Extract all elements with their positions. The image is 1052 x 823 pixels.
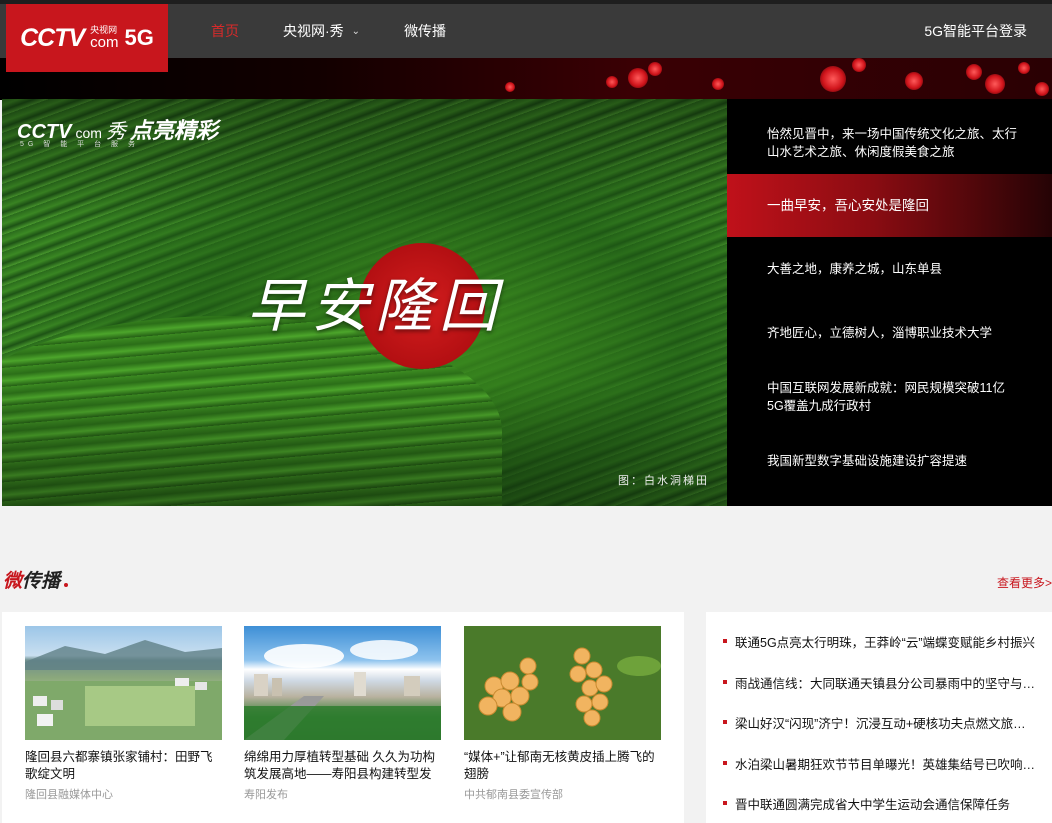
hero-logo-dianliang: 点亮精彩 [129, 118, 218, 143]
headline-text: 我国新型数字基础设施建设扩容提速 [767, 454, 968, 468]
bullet-icon [723, 639, 727, 643]
bokeh-dot [1018, 62, 1030, 74]
bokeh-dot [852, 58, 866, 72]
bokeh-dot [505, 82, 515, 92]
bullet-icon [723, 760, 727, 765]
bokeh-dot [966, 64, 982, 80]
nav-cctv-show[interactable]: 央视网·秀 ⌄ [283, 21, 360, 41]
bokeh-dot [985, 74, 1005, 94]
logo-en: com [90, 34, 119, 51]
nav-home[interactable]: 首页 [211, 21, 239, 41]
bullet-icon [723, 720, 727, 724]
section-title-dot [64, 582, 69, 587]
news-card[interactable]: 绵绵用力厚植转型基础 久久为功构筑发展高地——寿阳县构建转型发展新格局 [244, 626, 441, 783]
bokeh-dot [648, 62, 662, 76]
headline-text: 大善之地，康养之城，山东单县 [767, 262, 943, 276]
bokeh-dot [820, 66, 846, 92]
village-illustration [25, 640, 222, 740]
bullet-icon [723, 679, 727, 684]
news-list-item[interactable]: 水泊梁山暑期狂欢节节目单曝光！英雄集结号已吹响，速来围观 [706, 750, 1052, 791]
card-source: 中共郁南县委宣传部 [464, 789, 563, 801]
card-title[interactable]: “媒体+”让郁南无核黄皮插上腾飞的翅膀 [464, 749, 661, 783]
bokeh-dot [712, 78, 724, 90]
bokeh-dot [606, 76, 618, 88]
headline-item[interactable]: 大善之地，康养之城，山东单县 [727, 237, 1052, 301]
logo-com: 央视网 com [90, 26, 119, 51]
card-source: 寿阳发布 [244, 789, 288, 801]
news-text: 联通5G点亮太行明珠，王莽岭“云”端蝶变赋能乡村振兴 [735, 636, 1036, 650]
hero-caption: 图：白水洞梯田 [618, 474, 709, 487]
headline-list: 怡然见晋中，来一场中国传统文化之旅、太行山水艺术之旅、休闲度假美食之旅 一曲早安… [727, 99, 1052, 506]
headline-text: 中国互联网发展新成就：网民规模突破11亿 5G覆盖九成行政村 [767, 381, 1005, 413]
fruit-illustration [464, 626, 661, 740]
card-source: 隆回县融媒体中心 [25, 789, 113, 801]
nav-micro-broadcast[interactable]: 微传播 [404, 21, 446, 41]
section-title-rest: 传播 [22, 571, 61, 592]
hero-logo-subtitle: 5G 智 能 平 台 服 务 [20, 141, 140, 148]
news-list-panel: 联通5G点亮太行明珠，王莽岭“云”端蝶变赋能乡村振兴 雨战通信线：大同联通天镇县… [706, 612, 1052, 823]
headline-item[interactable]: 怡然见晋中，来一场中国传统文化之旅、太行山水艺术之旅、休闲度假美食之旅 [727, 99, 1052, 174]
news-text: 晋中联通圆满完成省大中学生运动会通信保障任务 [735, 798, 1011, 812]
news-list-item[interactable]: 雨战通信线：大同联通天镇县分公司暴雨中的坚守与担当 [706, 669, 1052, 710]
view-more-link[interactable]: 查看更多> [997, 574, 1052, 591]
bokeh-dot [628, 68, 648, 88]
chevron-down-icon: ⌄ [351, 25, 361, 37]
bullet-icon [723, 801, 727, 805]
card-image-village[interactable] [25, 626, 222, 740]
section-title: 微 传播 [3, 566, 69, 593]
hero-banner[interactable]: CCTV com 秀 点亮精彩 5G 智 能 平 台 服 务 早安隆回 图：白水… [2, 99, 727, 506]
headline-item[interactable]: 齐地匠心，立德树人，淄博职业技术大学 [727, 301, 1052, 365]
hero-calligraphy-title: 早安隆回 [247, 272, 504, 340]
news-list-item[interactable]: 晋中联通圆满完成省大中学生运动会通信保障任务 [706, 790, 1052, 823]
section-title-accent: 微 [3, 571, 23, 592]
news-card[interactable]: “媒体+”让郁南无核黄皮插上腾飞的翅膀 [464, 626, 661, 783]
login-link[interactable]: 5G智能平台登录 [924, 4, 1027, 58]
bokeh-dot [1035, 82, 1049, 96]
card-title[interactable]: 隆回县六都寨镇张家铺村：田野飞歌绽文明 [25, 749, 222, 783]
news-text: 梁山好汉“闪现”济宁！沉浸互动+硬核功夫点燃文旅推介会 [735, 717, 1038, 731]
card-image-wampee-fruit[interactable] [464, 626, 661, 740]
cctv-5g-logo[interactable]: CCTV 央视网 com 5G [6, 4, 168, 72]
news-text: 水泊梁山暑期狂欢节节目单曝光！英雄集结号已吹响，速来围观 [735, 757, 1038, 772]
headline-text: 怡然见晋中，来一场中国传统文化之旅、太行山水艺术之旅、休闲度假美食之旅 [767, 126, 1018, 159]
card-panel: 隆回县六都寨镇张家铺村：田野飞歌绽文明 隆回县融媒体中心 绵绵用力厚植转型基础 … [2, 612, 684, 823]
city-illustration [244, 640, 441, 740]
nav-home-label: 首页 [211, 23, 239, 39]
bokeh-dot [905, 72, 923, 90]
logo-cctv-text: CCTV [20, 23, 85, 52]
news-list-item[interactable]: 联通5G点亮太行明珠，王莽岭“云”端蝶变赋能乡村振兴 [706, 628, 1052, 669]
news-list-item[interactable]: 梁山好汉“闪现”济宁！沉浸互动+硬核功夫点燃文旅推介会 [706, 709, 1052, 750]
main-nav: 首页 央视网·秀 ⌄ 微传播 [211, 4, 490, 58]
nav-micro-broadcast-label: 微传播 [404, 23, 447, 39]
news-card[interactable]: 隆回县六都寨镇张家铺村：田野飞歌绽文明 [25, 626, 222, 783]
card-title[interactable]: 绵绵用力厚植转型基础 久久为功构筑发展高地——寿阳县构建转型发展新格局 [244, 749, 441, 783]
headline-item[interactable]: 中国互联网发展新成就：网民规模突破11亿 5G覆盖九成行政村 [727, 365, 1052, 429]
headline-item[interactable]: 我国新型数字基础设施建设扩容提速 [727, 429, 1052, 493]
headline-item-active[interactable]: 一曲早安，吾心安处是隆回 [727, 174, 1052, 237]
card-image-city[interactable] [244, 626, 441, 740]
news-text: 雨战通信线：大同联通天镇县分公司暴雨中的坚守与担当 [735, 676, 1038, 691]
logo-5g: 5G [124, 25, 154, 50]
headline-text: 齐地匠心，立德树人，淄博职业技术大学 [767, 326, 993, 340]
headline-text: 一曲早安，吾心安处是隆回 [767, 197, 929, 213]
nav-cctv-show-label: 央视网·秀 [283, 23, 344, 39]
